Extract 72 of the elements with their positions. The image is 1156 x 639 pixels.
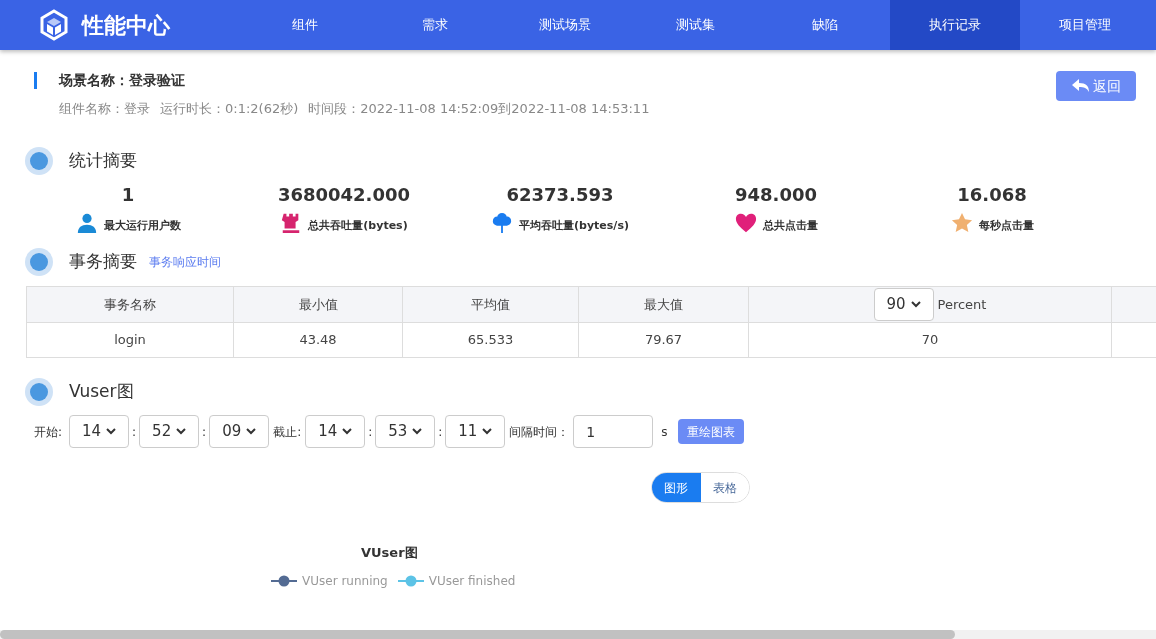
reply-arrow-icon bbox=[1071, 79, 1089, 93]
time-select[interactable]: 90 bbox=[873, 288, 934, 321]
scenario-meta: 组件名称：登录 bbox=[59, 100, 150, 118]
section-bullet-icon bbox=[25, 146, 53, 175]
stat-label: 总共吞吐量(bytes) bbox=[308, 217, 408, 234]
interval-input[interactable]: 1 bbox=[573, 415, 654, 448]
stat-value: 62373.593 bbox=[506, 182, 614, 207]
redraw-chart-button[interactable]: 重绘图表 bbox=[677, 419, 744, 444]
time-separator: : bbox=[132, 423, 137, 441]
column-header: 平均值 bbox=[403, 287, 579, 323]
scrollbar-thumb[interactable] bbox=[0, 630, 955, 639]
unit-label: s bbox=[661, 423, 668, 441]
stat-label: 平均吞吐量(bytes/s) bbox=[519, 217, 629, 234]
section-bullet-icon bbox=[25, 248, 53, 276]
back-button[interactable]: 返回 bbox=[1056, 71, 1136, 101]
time-select[interactable]: 09 bbox=[209, 415, 270, 448]
time-separator: : bbox=[438, 423, 443, 441]
table-cell: 65.533 bbox=[403, 323, 579, 358]
nav-tab[interactable]: 缺陷 bbox=[760, 0, 890, 50]
stat-label: 最大运行用户数 bbox=[103, 217, 181, 234]
chart-title: VUser图 bbox=[361, 545, 418, 560]
caret-icon bbox=[482, 428, 493, 435]
caret-icon bbox=[412, 428, 423, 435]
logo-text: 性能中心 bbox=[82, 11, 170, 40]
caret-icon bbox=[342, 428, 353, 435]
column-header: 最小值 bbox=[234, 287, 403, 323]
section-bullet-icon bbox=[25, 378, 53, 406]
cube-logo-icon bbox=[38, 9, 70, 41]
caret-icon bbox=[106, 428, 117, 435]
stat-label: 每秒点击量 bbox=[978, 217, 1034, 234]
nav-tab[interactable]: 需求 bbox=[370, 0, 500, 50]
legend-label: VUser running bbox=[302, 573, 388, 590]
stat-value: 3680042.000 bbox=[277, 182, 411, 207]
time-select[interactable]: 11 bbox=[445, 415, 506, 448]
stat-value: 16.068 bbox=[957, 182, 1027, 207]
nav-tab[interactable]: 项目管理 bbox=[1020, 0, 1150, 50]
nav-tab[interactable]: 测试集 bbox=[630, 0, 760, 50]
horizontal-scrollbar[interactable] bbox=[0, 630, 1156, 639]
caret-icon bbox=[910, 301, 921, 308]
time-separator: : bbox=[202, 423, 207, 441]
time-select[interactable]: 53 bbox=[375, 415, 436, 448]
end-label: 截止: bbox=[273, 423, 302, 441]
table-cell: 43.48 bbox=[234, 323, 403, 358]
nav-tab[interactable]: 测试场景 bbox=[500, 0, 630, 50]
stat-value: 948.000 bbox=[735, 182, 817, 207]
scenario-title: 场景名称：登录验证 bbox=[59, 71, 185, 90]
section-heading: Vuser图 bbox=[69, 380, 134, 404]
column-header: 事务名称 bbox=[27, 287, 234, 323]
time-select[interactable]: 52 bbox=[139, 415, 200, 448]
caret-icon bbox=[246, 428, 257, 435]
time-select[interactable]: 14 bbox=[69, 415, 130, 448]
table-cell: 79.67 bbox=[579, 323, 749, 358]
percent-label: Percent bbox=[937, 295, 987, 314]
nav-tab[interactable]: 执行记录 bbox=[890, 0, 1020, 50]
section-heading: 事务摘要 bbox=[69, 250, 137, 274]
view-toggle-option[interactable]: 图形 bbox=[652, 473, 701, 502]
response-time-link[interactable]: 事务响应时间 bbox=[149, 253, 221, 271]
stat-label: 总共点击量 bbox=[762, 217, 818, 234]
scenario-meta: 时间段：2022-11-08 14:52:09到2022-11-08 14:53:11 bbox=[308, 100, 650, 118]
stat-value: 1 bbox=[121, 182, 135, 207]
interval-label: 间隔时间： bbox=[509, 423, 570, 441]
section-heading: 统计摘要 bbox=[69, 148, 137, 172]
legend-label: VUser finished bbox=[428, 573, 516, 590]
start-label: 开始: bbox=[34, 423, 63, 441]
scenario-meta: 运行时长：0:1:2(62秒) bbox=[160, 100, 299, 118]
table-cell: login bbox=[27, 323, 234, 358]
time-separator: : bbox=[368, 423, 373, 441]
table-cell: 70 bbox=[749, 323, 1112, 358]
time-select[interactable]: 14 bbox=[305, 415, 366, 448]
caret-icon bbox=[176, 428, 187, 435]
column-header: 最大值 bbox=[579, 287, 749, 323]
nav-tab[interactable]: 组件 bbox=[240, 0, 370, 50]
